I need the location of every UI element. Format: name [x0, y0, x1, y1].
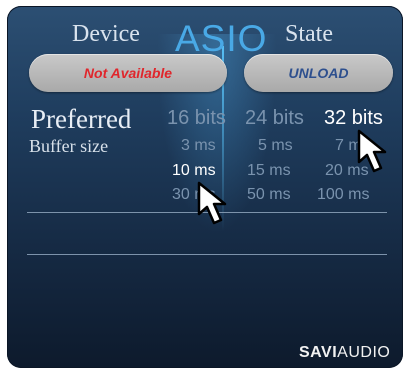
device-status-button[interactable]: Not Available	[29, 54, 227, 92]
buffer-15ms-option[interactable]: 15 ms	[247, 162, 291, 180]
buffer-50ms-option[interactable]: 50 ms	[247, 186, 291, 204]
pointer-cursor-icon	[197, 181, 227, 225]
preferred-label: Preferred	[31, 104, 132, 134]
buffer-10ms-option[interactable]: 10 ms	[172, 162, 216, 180]
savi-audio-logo: SAVIAUDIO	[299, 344, 391, 361]
buffer-100ms-option[interactable]: 100 ms	[317, 186, 369, 204]
pointer-cursor-icon	[357, 129, 387, 173]
device-label: Device	[72, 21, 140, 47]
divider-line-bottom	[27, 254, 387, 255]
buffer-5ms-option[interactable]: 5 ms	[258, 137, 293, 155]
unload-button[interactable]: UNLOAD	[244, 54, 393, 92]
bit-depth-32-option[interactable]: 32 bits	[324, 107, 383, 130]
bit-depth-16-option[interactable]: 16 bits	[167, 107, 226, 130]
state-label: State	[285, 21, 333, 47]
buffer-size-label: Buffer size	[29, 136, 109, 156]
bit-depth-24-option[interactable]: 24 bits	[245, 107, 304, 130]
buffer-3ms-option[interactable]: 3 ms	[181, 137, 216, 155]
